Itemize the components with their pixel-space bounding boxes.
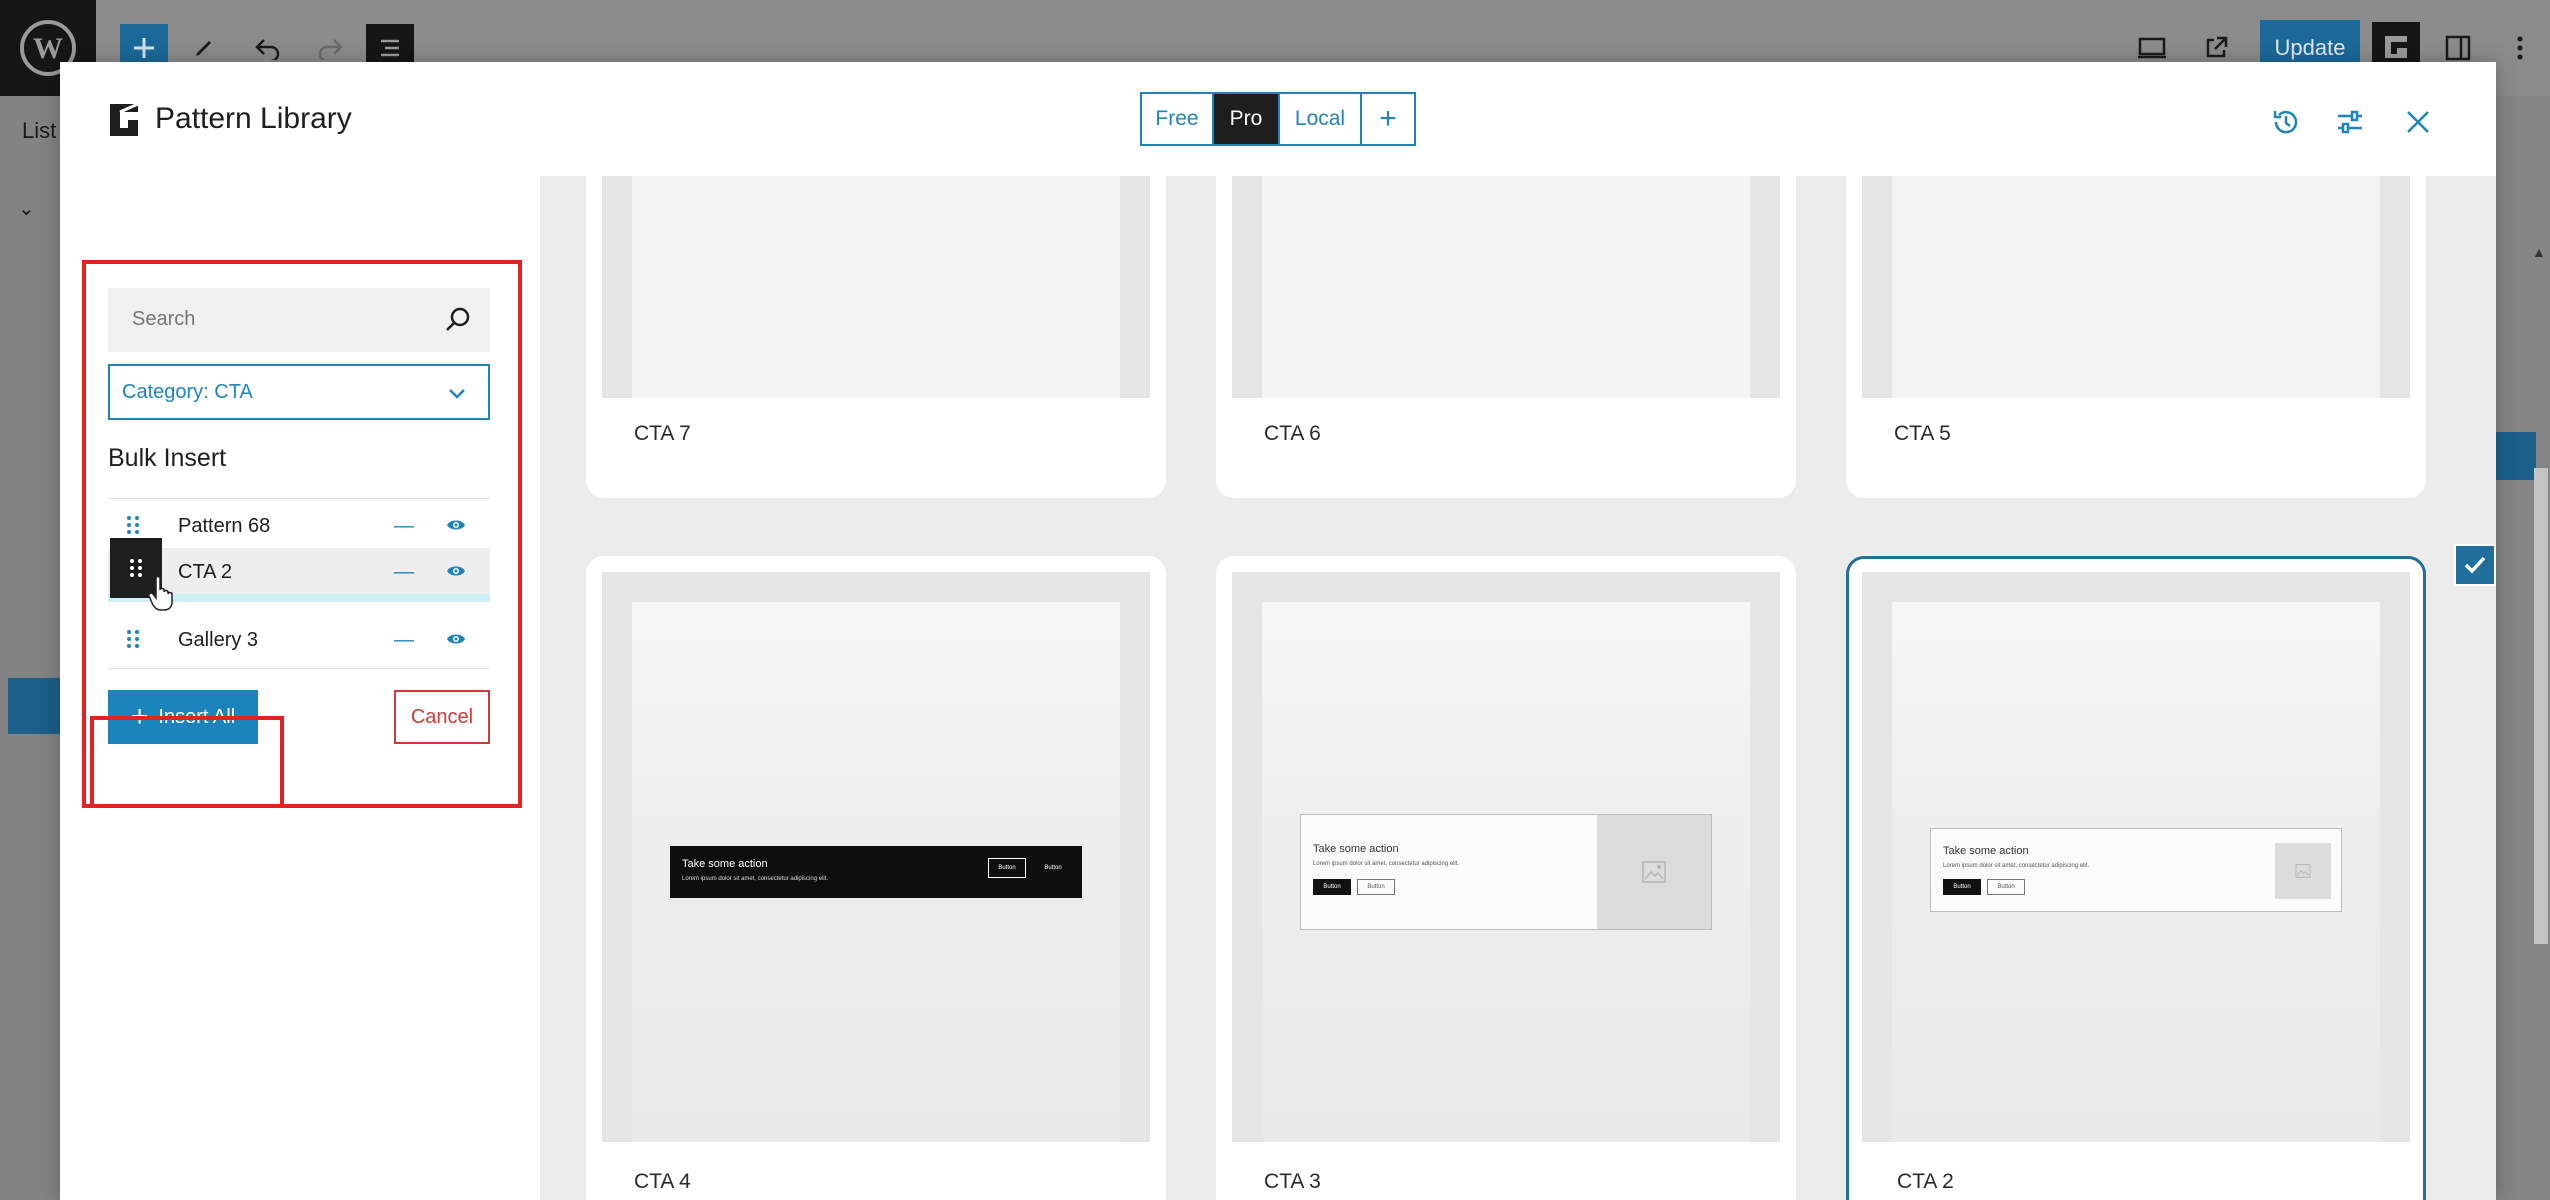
pattern-grid: CTA 7 CTA 6 CTA 5 Take some action Lorem… — [540, 176, 2496, 1200]
pattern-card-label: CTA 6 — [1264, 422, 1321, 445]
pattern-preview: Take some action Lorem ipsum dolor sit a… — [602, 572, 1150, 1142]
history-icon[interactable] — [2266, 102, 2306, 142]
add-library-button[interactable]: + — [1362, 94, 1414, 144]
list-view-tab[interactable]: List — [22, 118, 56, 144]
scrollbar-thumb[interactable] — [2534, 468, 2548, 944]
pattern-preview: Take some action Lorem ipsum dolor sit a… — [1232, 572, 1780, 1142]
scroll-up-arrow-icon[interactable]: ▲ — [2532, 244, 2546, 260]
annotation-highlight-insert — [90, 716, 284, 808]
filter-settings-icon[interactable] — [2330, 102, 2370, 142]
generateblocks-logo-icon — [110, 102, 139, 136]
modal-header: Pattern Library Free Pro Local + — [60, 62, 2496, 176]
close-icon[interactable] — [2398, 102, 2438, 142]
library-source-tabs: Free Pro Local + — [1140, 92, 1416, 146]
tab-local[interactable]: Local — [1280, 94, 1362, 144]
pattern-card[interactable]: Take some action Lorem ipsum dolor sit a… — [1216, 556, 1796, 1200]
editor-right-accent — [2496, 432, 2536, 480]
image-placeholder-icon — [2275, 843, 2331, 899]
pattern-card-label: CTA 2 — [1897, 1170, 1954, 1193]
cta-preview-box: Take some action Lorem ipsum dolor sit a… — [1930, 828, 2342, 912]
tab-free[interactable]: Free — [1142, 94, 1214, 144]
pattern-card-label: CTA 7 — [634, 422, 691, 445]
image-placeholder-icon — [1597, 815, 1711, 929]
svg-text:W: W — [33, 32, 63, 65]
tab-pro[interactable]: Pro — [1214, 94, 1280, 144]
cta-preview-banner: Take some action Lorem ipsum dolor sit a… — [670, 846, 1082, 898]
options-icon[interactable] — [2496, 24, 2544, 72]
editor-left-panel — [0, 96, 60, 1200]
editor-left-accent — [8, 678, 60, 734]
pattern-preview — [602, 176, 1150, 398]
modal-sidebar: Search Category: CTA Bulk Insert Pattern… — [60, 176, 540, 1200]
pattern-card-label: CTA 4 — [634, 1170, 691, 1193]
chevron-down-icon[interactable]: ⌄ — [18, 196, 35, 221]
pattern-card[interactable]: CTA 5 — [1846, 176, 2426, 498]
pattern-card-selected[interactable]: Take some action Lorem ipsum dolor sit a… — [1846, 556, 2426, 1200]
pattern-card-label: CTA 5 — [1894, 422, 1951, 445]
pattern-card[interactable]: Take some action Lorem ipsum dolor sit a… — [586, 556, 1166, 1200]
pattern-card-label: CTA 3 — [1264, 1170, 1321, 1193]
modal-title: Pattern Library — [155, 102, 352, 135]
pattern-preview: Take some action Lorem ipsum dolor sit a… — [1862, 572, 2410, 1142]
pattern-preview — [1862, 176, 2410, 398]
cta-preview-box: Take some action Lorem ipsum dolor sit a… — [1300, 814, 1712, 930]
pattern-card[interactable]: CTA 7 — [586, 176, 1166, 498]
pattern-preview — [1232, 176, 1780, 398]
selected-check-icon[interactable] — [2454, 544, 2496, 586]
pattern-card[interactable]: CTA 6 — [1216, 176, 1796, 498]
pattern-library-modal: Pattern Library Free Pro Local + Search … — [60, 62, 2548, 1200]
